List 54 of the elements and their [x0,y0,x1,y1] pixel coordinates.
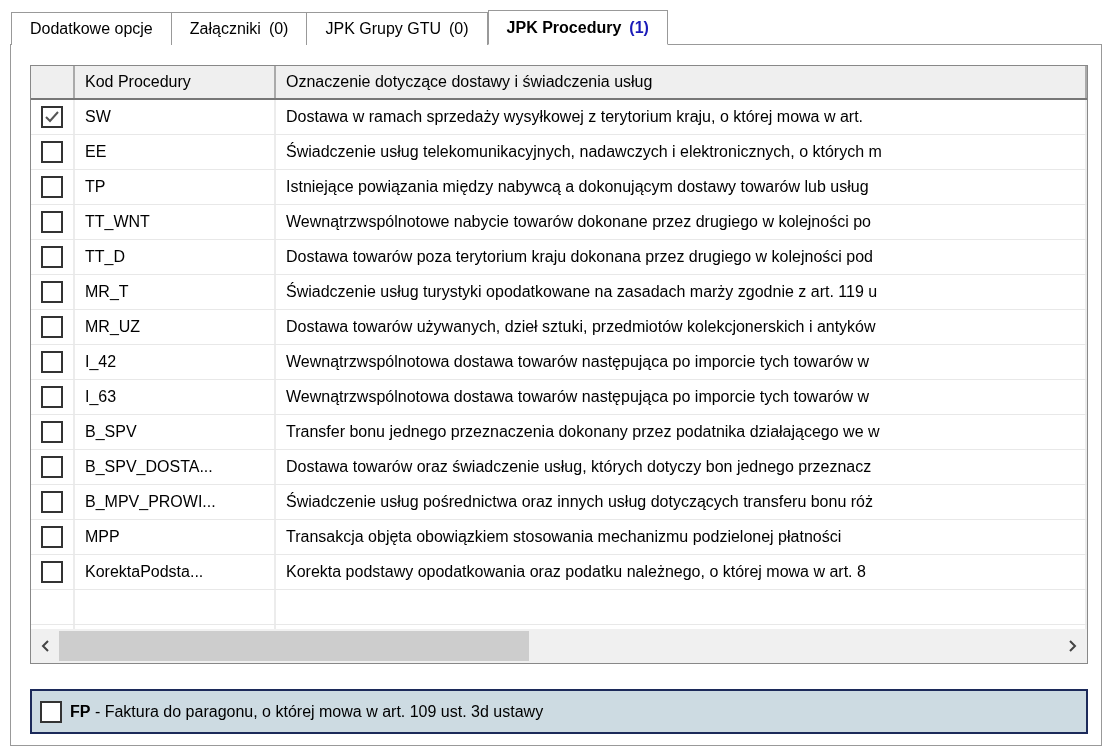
checkmark-icon [44,110,60,124]
checkbox[interactable] [40,700,62,723]
table-cell: TP [75,170,276,204]
checkbox[interactable] [41,561,63,583]
table-cell: MR_T [75,275,276,309]
checkbox[interactable] [41,106,63,128]
table-cell: Wewnątrzwspólnotowe nabycie towarów dokonane przez drugiego w kolejności po [276,205,1087,239]
checkbox[interactable] [41,351,63,373]
table-cell: Wewnątrzwspólnotowa dostawa towarów następująca po imporcie tych towarów w [276,380,1087,414]
table-cell: I_42 [75,345,276,379]
table-cell: Świadczenie usług turystyki opodatkowane na zasadach marży zgodnie z art. 119 u [276,275,1087,309]
table-cell: I_63 [75,380,276,414]
checkbox[interactable] [41,141,63,163]
table-cell: SW [75,100,276,134]
table-cell: Wewnątrzwspólnotowa dostawa towarów następująca po imporcie tych towarów w [276,345,1087,379]
tab[interactable]: JPK Grupy GTU (0) [307,12,488,45]
column-header[interactable]: Oznaczenie dotyczące dostawy i świadczenia usług [276,66,1087,98]
tab[interactable]: Załączniki (0) [171,12,308,45]
table-cell: MPP [75,520,276,554]
table-cell: Istniejące powiązania między nabywcą a dokonującym dostawy towarów lub usług [276,170,1087,204]
fp-option-label: FP - Faktura do paragonu, o której mowa w art. 109 ust. 3d ustawy [70,702,544,721]
table-cell: Dostawa towarów używanych, dzieł sztuki, przedmiotów kolekcjonerskich i antyków [276,310,1087,344]
table-cell: Świadczenie usług pośrednictwa oraz innych usług dotyczących transferu bonu róż [276,485,1087,519]
table-cell: Korekta podstawy opodatkowania oraz podatku należnego, o której mowa w art. 8 [276,555,1087,589]
checkbox[interactable] [41,526,63,548]
table-cell: EE [75,135,276,169]
table-cell: Dostawa towarów poza terytorium kraju dokonana przez drugiego w kolejności pod [276,240,1087,274]
checkbox[interactable] [41,211,63,233]
checkbox[interactable] [41,421,63,443]
checkbox[interactable] [41,491,63,513]
table-cell: B_SPV [75,415,276,449]
column-header [31,66,75,98]
checkbox[interactable] [41,316,63,338]
table-cell: Świadczenie usług telekomunikacyjnych, nadawczych i elektronicznych, o których m [276,135,1087,169]
table-cell: B_MPV_PROWI... [75,485,276,519]
table-cell: Transakcja objęta obowiązkiem stosowania mechanizmu podzielonej płatności [276,520,1087,554]
scrollbar-thumb[interactable] [59,631,529,661]
table-cell: Dostawa w ramach sprzedaży wysyłkowej z terytorium kraju, o której mowa w art. [276,100,1087,134]
checkbox[interactable] [41,456,63,478]
table-cell: TT_WNT [75,205,276,239]
table-cell: KorektaPodsta... [75,555,276,589]
column-header[interactable]: Kod Procedury [75,66,276,98]
table-cell: Dostawa towarów oraz świadczenie usług, których dotyczy bon jednego przeznacz [276,450,1087,484]
checkbox[interactable] [41,246,63,268]
tab[interactable]: JPK Procedury (1) [487,10,668,45]
horizontal-scrollbar[interactable] [31,629,1087,663]
table-cell: B_SPV_DOSTA... [75,450,276,484]
tab[interactable]: Dodatkowe opcje [11,12,172,45]
table-cell: TT_D [75,240,276,274]
table-cell: MR_UZ [75,310,276,344]
checkbox[interactable] [41,176,63,198]
checkbox[interactable] [41,281,63,303]
checkbox[interactable] [41,386,63,408]
table-cell: Transfer bonu jednego przeznaczenia dokonany przez podatnika działającego we w [276,415,1087,449]
